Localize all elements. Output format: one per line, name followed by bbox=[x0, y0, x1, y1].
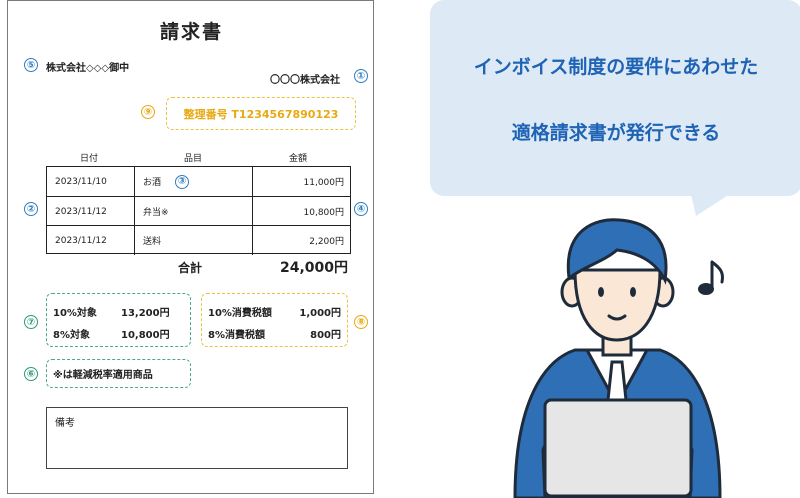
marker-9: ⑨ bbox=[141, 105, 155, 119]
target-8-label: 8%対象 bbox=[53, 330, 90, 341]
cell-item-text: お酒 bbox=[143, 178, 162, 188]
marker-7: ⑦ bbox=[24, 315, 38, 329]
table-row: 2023/11/12 弁当※ 10,800円 bbox=[47, 196, 350, 226]
header-item: 品目 bbox=[184, 154, 203, 164]
bubble-line-2: 適格請求書が発行できる bbox=[511, 122, 721, 144]
target-10-value: 13,200円 bbox=[121, 308, 170, 319]
music-note-icon bbox=[698, 260, 724, 295]
cell-date: 2023/11/12 bbox=[47, 197, 135, 226]
marker-5: ⑤ bbox=[24, 58, 38, 72]
marker-6: ⑥ bbox=[24, 367, 38, 381]
remarks-box: 備考 bbox=[46, 407, 348, 469]
speech-bubble bbox=[430, 0, 800, 196]
header-date: 日付 bbox=[80, 154, 99, 164]
laptop-icon bbox=[543, 398, 693, 498]
invoice-title: 請求書 bbox=[159, 21, 223, 43]
bubble-line-1: インボイス制度の要件にあわせた bbox=[473, 56, 759, 78]
marker-3: ③ bbox=[175, 174, 190, 189]
cell-amount: 10,800円 bbox=[303, 208, 345, 218]
cell-date: 2023/11/10 bbox=[47, 167, 135, 196]
marker-1: ① bbox=[354, 69, 368, 83]
marker-8: ⑧ bbox=[354, 315, 368, 329]
tax-amount-box: 10%消費税額 1,000円 8%消費税額 800円 bbox=[201, 293, 348, 347]
items-table: 2023/11/10 お酒 ③ 11,000円 2023/11/12 弁当※ 1… bbox=[46, 166, 351, 255]
tax-8-label: 8%消費税額 bbox=[208, 330, 265, 341]
marker-4: ④ bbox=[354, 202, 368, 216]
target-10-label: 10%対象 bbox=[53, 308, 97, 319]
table-row: 2023/11/10 お酒 ③ 11,000円 bbox=[47, 167, 350, 196]
cell-amount: 11,000円 bbox=[303, 178, 345, 188]
total-label: 合計 bbox=[178, 261, 203, 275]
recipient-name: 株式会社◇◇◇御中 bbox=[46, 63, 130, 74]
marker-2: ② bbox=[24, 202, 38, 216]
reduced-note-box: ※は軽減税率適用商品 bbox=[46, 359, 191, 388]
tax-8-value: 800円 bbox=[310, 330, 341, 341]
remarks-label: 備考 bbox=[55, 418, 75, 429]
table-row: 2023/11/12 送料 2,200円 bbox=[47, 225, 350, 255]
header-amount: 金額 bbox=[289, 154, 308, 164]
registration-number: 整理番号 T1234567890123 bbox=[183, 107, 339, 121]
total-value: 24,000円 bbox=[280, 260, 349, 276]
reduced-note: ※は軽減税率適用商品 bbox=[53, 370, 153, 381]
tax-target-box: 10%対象 13,200円 8%対象 10,800円 bbox=[46, 293, 191, 347]
issuer-name: 〇〇〇株式会社 bbox=[270, 75, 340, 86]
invoice-sheet: 請求書 ⑤ 株式会社◇◇◇御中 〇〇〇株式会社 ① ⑨ 整理番号 T123456… bbox=[7, 0, 374, 494]
target-8-value: 10,800円 bbox=[121, 330, 170, 341]
cell-amount: 2,200円 bbox=[309, 237, 344, 247]
tax-10-value: 1,000円 bbox=[299, 308, 341, 319]
cell-item: 弁当※ bbox=[135, 197, 253, 226]
cell-item: お酒 ③ bbox=[135, 167, 253, 196]
tax-10-label: 10%消費税額 bbox=[208, 308, 272, 319]
cell-date: 2023/11/12 bbox=[47, 226, 135, 255]
registration-box: 整理番号 T1234567890123 bbox=[166, 97, 356, 130]
cell-item: 送料 bbox=[135, 226, 253, 255]
